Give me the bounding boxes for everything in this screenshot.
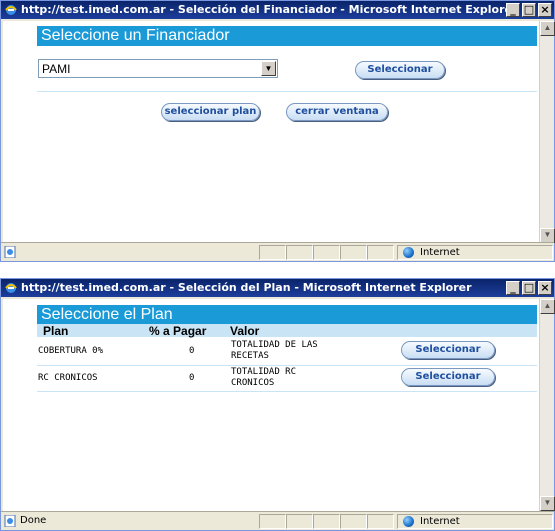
vertical-scrollbar[interactable]: ▲ ▼ xyxy=(539,21,555,243)
zone-label: Internet xyxy=(420,516,460,527)
status-cell xyxy=(259,245,286,260)
security-zone: Internet xyxy=(397,514,553,529)
globe-icon xyxy=(403,247,414,258)
ie-logo-icon xyxy=(5,283,17,293)
seleccionar-plan-button[interactable]: seleccionar plan xyxy=(161,103,260,121)
status-cell xyxy=(340,514,367,529)
status-cell xyxy=(340,245,367,260)
status-cell xyxy=(259,514,286,529)
scroll-down-icon[interactable]: ▼ xyxy=(540,228,555,243)
zone-label: Internet xyxy=(420,247,460,258)
seleccionar-plan-row-button[interactable]: Seleccionar xyxy=(401,341,495,359)
close-icon[interactable]: × xyxy=(538,3,552,17)
column-header-valor: Valor xyxy=(230,324,260,338)
page-content: Seleccione un Financiador PAMI ▼ Selecci… xyxy=(3,21,539,243)
column-header-plan: Plan xyxy=(43,324,69,338)
chevron-down-icon[interactable]: ▼ xyxy=(261,61,276,76)
pagar-value: 0 xyxy=(189,373,195,383)
vertical-scrollbar[interactable]: ▲ ▼ xyxy=(539,299,555,511)
financiador-window: http://test.imed.com.ar - Selección del … xyxy=(0,0,555,262)
financiador-select[interactable]: PAMI ▼ xyxy=(38,59,278,78)
plan-window: http://test.imed.com.ar - Selección del … xyxy=(0,278,555,531)
minimize-icon[interactable]: _ xyxy=(506,281,520,295)
valor-line1: TOTALIDAD DE LAS xyxy=(231,340,318,350)
plan-name: COBERTURA 0% xyxy=(38,346,104,356)
table-header xyxy=(37,324,537,337)
plan-name: RC CRONICOS xyxy=(38,373,98,383)
status-bar: Done Internet xyxy=(1,511,554,530)
globe-icon xyxy=(403,516,414,527)
status-bar: Internet xyxy=(1,242,554,261)
security-zone: Internet xyxy=(397,245,553,260)
status-text: Done xyxy=(20,515,47,526)
status-cell xyxy=(286,514,313,529)
scroll-up-icon[interactable]: ▲ xyxy=(540,21,555,36)
minimize-icon[interactable]: _ xyxy=(506,3,520,17)
divider xyxy=(37,391,537,392)
maximize-icon[interactable]: □ xyxy=(522,281,536,295)
pagar-value: 0 xyxy=(189,346,195,356)
valor-line2: RECETAS xyxy=(231,351,269,361)
divider xyxy=(37,365,537,366)
status-cell xyxy=(313,245,340,260)
scroll-up-icon[interactable]: ▲ xyxy=(540,299,555,314)
cerrar-ventana-button[interactable]: cerrar ventana xyxy=(286,103,388,121)
page-icon xyxy=(4,246,16,258)
window-titlebar[interactable]: http://test.imed.com.ar - Selección del … xyxy=(1,279,554,297)
seleccionar-plan-row-button[interactable]: Seleccionar xyxy=(401,368,495,386)
page-icon xyxy=(4,515,16,527)
valor-line1: TOTALIDAD RC xyxy=(231,367,297,377)
status-cell xyxy=(367,514,394,529)
column-header-pagar: % a Pagar xyxy=(149,324,207,338)
status-cell xyxy=(286,245,313,260)
status-cell xyxy=(367,245,394,260)
page-title: Seleccione un Financiador xyxy=(37,26,537,46)
divider xyxy=(37,91,537,92)
select-value: PAMI xyxy=(42,62,71,76)
window-title: http://test.imed.com.ar - Selección del … xyxy=(21,3,518,16)
ie-logo-icon xyxy=(5,5,17,15)
valor-line2: CRONICOS xyxy=(231,378,275,388)
window-title: http://test.imed.com.ar - Selección del … xyxy=(21,281,472,294)
page-title: Seleccione el Plan xyxy=(37,305,537,324)
scroll-down-icon[interactable]: ▼ xyxy=(540,496,555,511)
page-content: Seleccione el Plan Plan % a Pagar Valor … xyxy=(3,299,539,511)
maximize-icon[interactable]: □ xyxy=(522,3,536,17)
close-icon[interactable]: × xyxy=(538,281,552,295)
status-cell xyxy=(313,514,340,529)
window-titlebar[interactable]: http://test.imed.com.ar - Selección del … xyxy=(1,1,554,19)
seleccionar-button[interactable]: Seleccionar xyxy=(355,61,445,79)
